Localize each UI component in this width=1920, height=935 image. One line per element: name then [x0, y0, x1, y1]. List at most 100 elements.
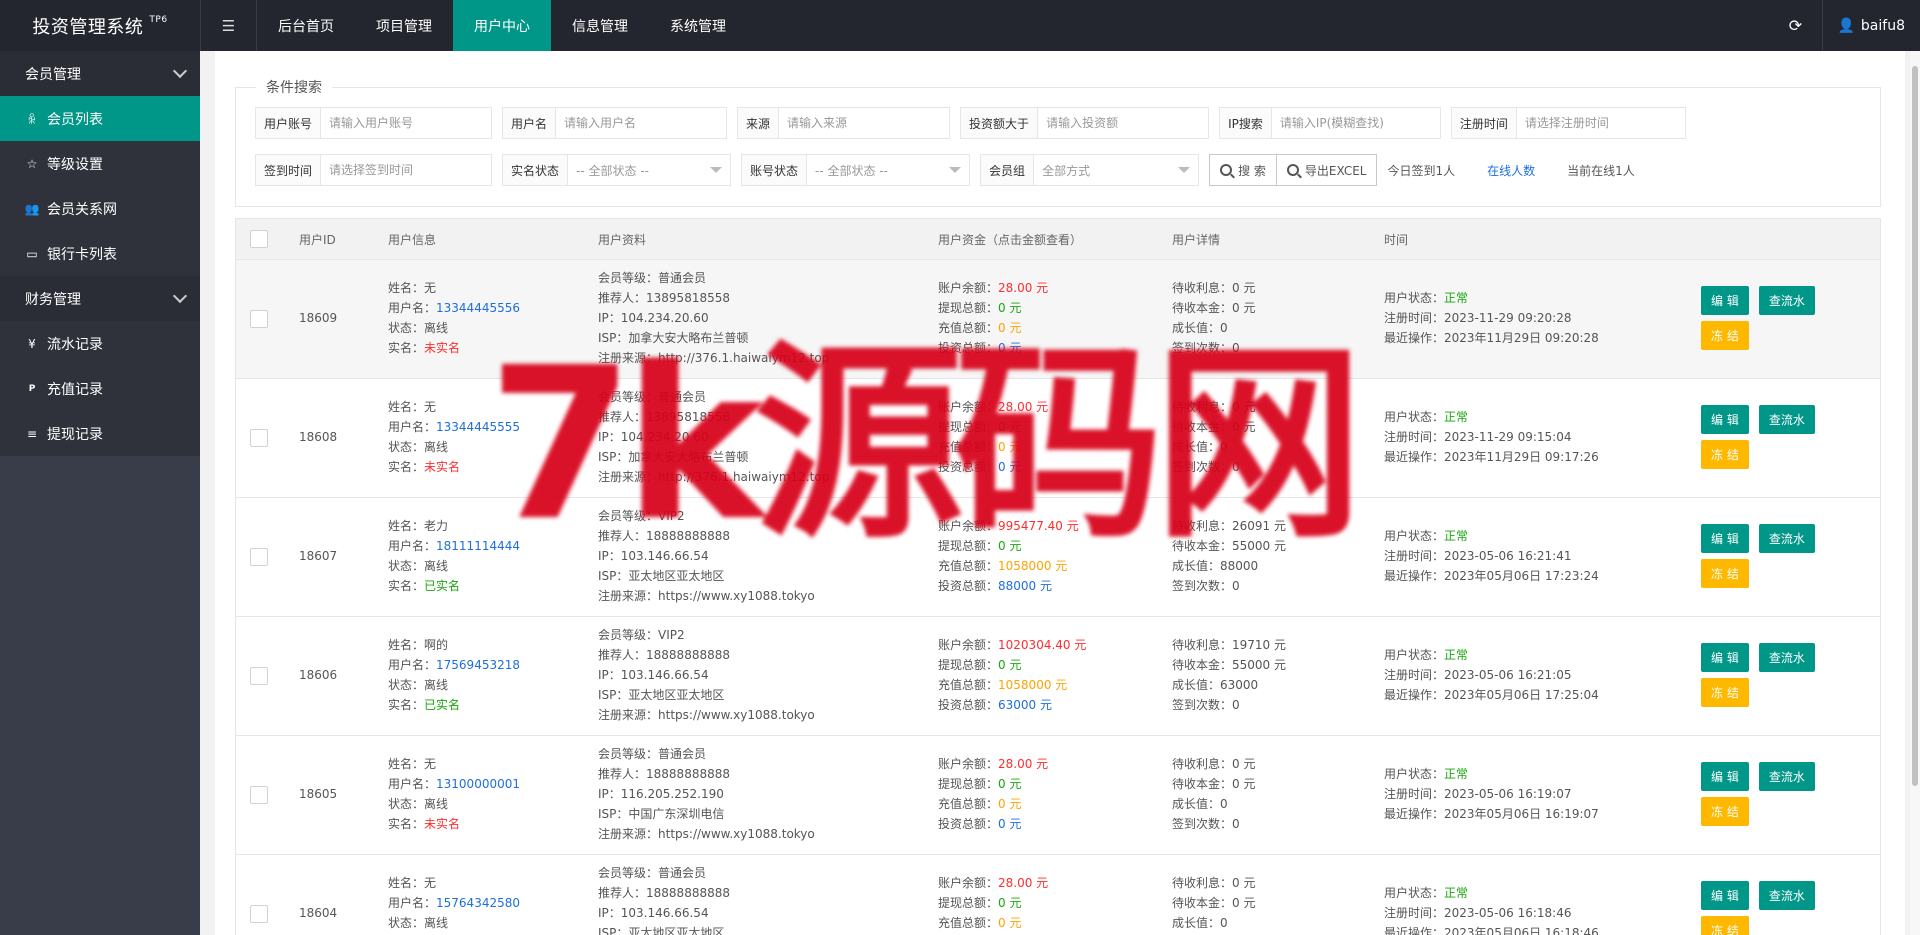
member-group-field: 会员组 全部方式: [980, 154, 1200, 186]
username-link[interactable]: 15764342580: [436, 896, 520, 910]
balance-amount[interactable]: 28.00 元: [998, 757, 1048, 771]
balance-amount[interactable]: 28.00 元: [998, 281, 1048, 295]
sidebar-item-level-settings[interactable]: ☆ 等级设置: [0, 141, 200, 186]
nav-home[interactable]: 后台首页: [257, 0, 355, 51]
nav-projects[interactable]: 项目管理: [355, 0, 453, 51]
invest-amount[interactable]: 0 元: [998, 341, 1021, 355]
realname-select[interactable]: -- 全部状态 --: [568, 155, 730, 185]
edit-button[interactable]: 编 辑: [1701, 524, 1749, 553]
recharge-amount[interactable]: 0 元: [998, 321, 1021, 335]
recharge-amount[interactable]: 0 元: [998, 440, 1021, 454]
sidebar-item-bank-cards[interactable]: ▭ 银行卡列表: [0, 231, 200, 276]
recharge-amount[interactable]: 0 元: [998, 916, 1021, 930]
edit-button[interactable]: 编 辑: [1701, 762, 1749, 791]
label: 提现总额：: [938, 539, 999, 553]
balance-amount[interactable]: 1020304.40 元: [998, 638, 1086, 652]
edit-button[interactable]: 编 辑: [1701, 286, 1749, 315]
search-button[interactable]: 搜 索: [1209, 154, 1277, 186]
sidebar-item-flow-records[interactable]: ¥ 流水记录: [0, 321, 200, 366]
user-funds: 账户余额：28.00 元提现总额：0 元充值总额：0 元投资总额：0 元: [938, 754, 1048, 834]
menu-toggle-icon[interactable]: ☰: [201, 0, 256, 51]
withdraw-amount[interactable]: 0 元: [998, 896, 1021, 910]
username-link[interactable]: 13344445556: [436, 301, 520, 315]
withdraw-amount[interactable]: 0 元: [998, 658, 1021, 672]
recharge-amount[interactable]: 1058000 元: [998, 559, 1067, 573]
caret-down-icon: [949, 167, 962, 173]
balance-amount[interactable]: 28.00 元: [998, 876, 1048, 890]
username-input[interactable]: [556, 108, 727, 138]
withdraw-amount[interactable]: 0 元: [998, 777, 1021, 791]
balance-amount[interactable]: 28.00 元: [998, 400, 1048, 414]
invest-input[interactable]: [1038, 108, 1209, 138]
view-flow-button[interactable]: 查流水: [1758, 643, 1815, 672]
invest-amount[interactable]: 0 元: [998, 460, 1021, 474]
row-checkbox[interactable]: [250, 429, 268, 447]
account-input[interactable]: [321, 108, 492, 138]
row-checkbox[interactable]: [250, 548, 268, 566]
sidebar-item-member-network[interactable]: 👥 会员关系网: [0, 186, 200, 231]
row-checkbox[interactable]: [250, 786, 268, 804]
sidebar-group-members[interactable]: 会员管理: [0, 51, 200, 96]
field-label: 签到时间: [256, 155, 322, 185]
nav-info[interactable]: 信息管理: [551, 0, 649, 51]
invest-amount[interactable]: 88000 元: [998, 579, 1052, 593]
row-checkbox[interactable]: [250, 667, 268, 685]
view-flow-button[interactable]: 查流水: [1758, 286, 1815, 315]
freeze-button[interactable]: 冻 结: [1701, 440, 1749, 469]
edit-button[interactable]: 编 辑: [1701, 643, 1749, 672]
ip-address: 104.234.20.60: [620, 430, 709, 444]
member-group-select[interactable]: 全部方式: [1034, 155, 1198, 185]
freeze-button[interactable]: 冻 结: [1701, 678, 1749, 707]
invest-amount[interactable]: 0 元: [998, 817, 1021, 831]
view-flow-button[interactable]: 查流水: [1758, 524, 1815, 553]
user-menu[interactable]: 👤 baifu8: [1823, 0, 1920, 51]
online-users-link[interactable]: 在线人数: [1487, 154, 1535, 186]
nav-system[interactable]: 系统管理: [649, 0, 747, 51]
scrollbar-thumb[interactable]: [1912, 66, 1918, 786]
realname-select-field: 实名状态 -- 全部状态 --: [502, 154, 732, 186]
username-link[interactable]: 18111114444: [436, 539, 520, 553]
user-funds: 账户余额：28.00 元提现总额：0 元充值总额：0 元投资总额：0 元: [938, 397, 1048, 477]
refresh-icon[interactable]: ⟳: [1768, 0, 1822, 51]
signin-input[interactable]: [321, 155, 492, 185]
withdraw-amount[interactable]: 0 元: [998, 539, 1021, 553]
withdraw-amount[interactable]: 0 元: [998, 301, 1021, 315]
freeze-button[interactable]: 冻 结: [1701, 559, 1749, 588]
row-checkbox[interactable]: [250, 905, 268, 923]
username-link[interactable]: 13344445555: [436, 420, 520, 434]
username-link[interactable]: 17569453218: [436, 658, 520, 672]
username-link[interactable]: 13100000001: [436, 777, 520, 791]
user-funds: 账户余额：1020304.40 元提现总额：0 元充值总额：1058000 元投…: [938, 635, 1086, 715]
withdraw-amount[interactable]: 0 元: [998, 420, 1021, 434]
ip-input[interactable]: [1271, 108, 1440, 138]
time-info: 用户状态：正常 注册时间：2023-11-29 09:15:04 最近操作：2023…: [1384, 407, 1599, 467]
recharge-amount[interactable]: 0 元: [998, 797, 1021, 811]
label: 账户余额：: [938, 281, 999, 295]
view-flow-button[interactable]: 查流水: [1758, 881, 1815, 910]
sidebar-item-recharge-records[interactable]: P 充值记录: [0, 366, 200, 411]
freeze-button[interactable]: 冻 结: [1701, 321, 1749, 350]
edit-button[interactable]: 编 辑: [1701, 405, 1749, 434]
regtime-input[interactable]: [1516, 108, 1685, 138]
account-status-select[interactable]: -- 全部状态 --: [807, 155, 969, 185]
freeze-button[interactable]: 冻 结: [1701, 797, 1749, 826]
sidebar-item-withdraw-records[interactable]: ≡ 提现记录: [0, 411, 200, 456]
edit-button[interactable]: 编 辑: [1701, 881, 1749, 910]
page-scrollbar[interactable]: [1910, 51, 1920, 935]
sidebar-item-member-list[interactable]: ꆜ 会员列表: [0, 96, 200, 141]
select-all-checkbox[interactable]: [250, 230, 268, 248]
source-input[interactable]: [779, 108, 950, 138]
pending-interest: 26091 元: [1232, 519, 1287, 533]
view-flow-button[interactable]: 查流水: [1758, 762, 1815, 791]
label: 用户状态：: [1384, 410, 1445, 424]
app-logo[interactable]: 投资管理系统 TP6: [0, 0, 200, 51]
freeze-button[interactable]: 冻 结: [1701, 916, 1749, 935]
export-button[interactable]: 导出EXCEL: [1275, 154, 1378, 186]
row-checkbox[interactable]: [250, 310, 268, 328]
view-flow-button[interactable]: 查流水: [1758, 405, 1815, 434]
balance-amount[interactable]: 995477.40 元: [998, 519, 1079, 533]
recharge-amount[interactable]: 1058000 元: [998, 678, 1067, 692]
invest-amount[interactable]: 63000 元: [998, 698, 1052, 712]
sidebar-group-finance[interactable]: 财务管理: [0, 276, 200, 321]
nav-user-center[interactable]: 用户中心: [453, 0, 551, 51]
